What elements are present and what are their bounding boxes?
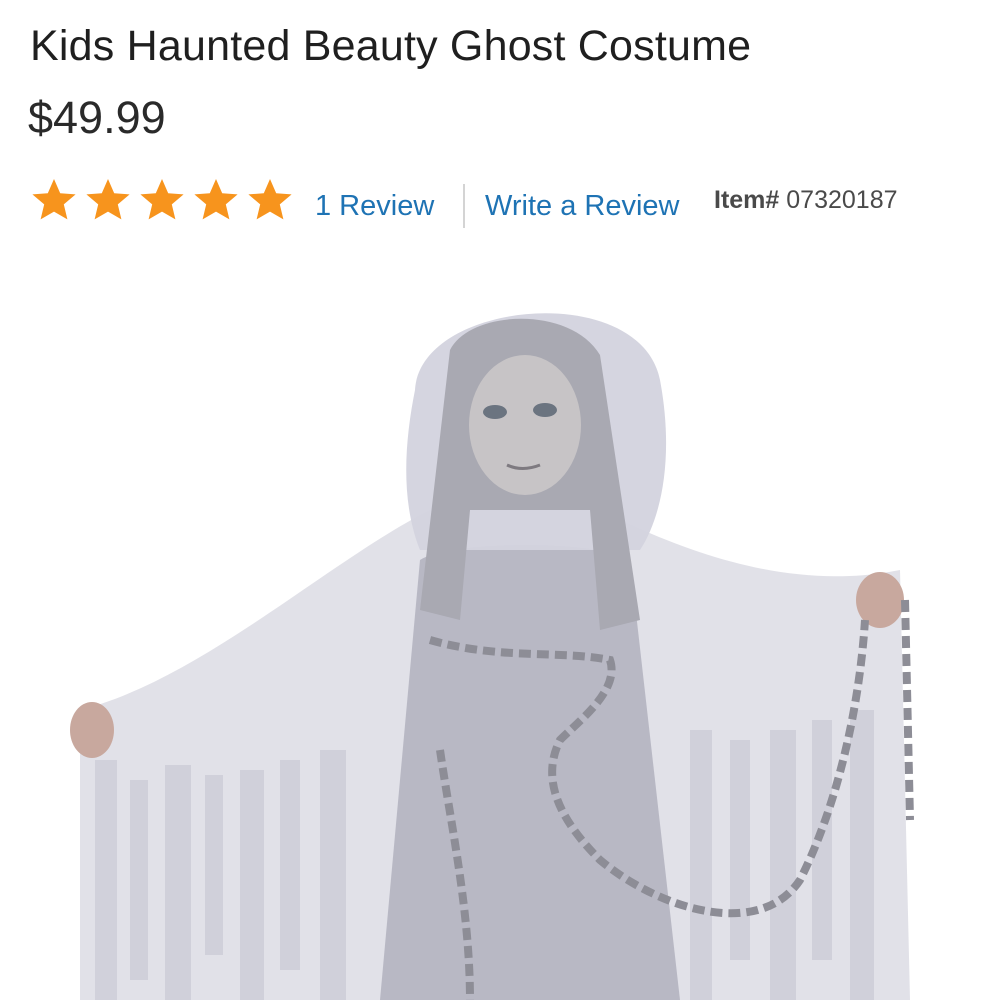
star-icon	[140, 179, 184, 220]
star-icon	[86, 179, 130, 220]
item-number: Item# 07320187	[714, 186, 898, 215]
chain-hanging	[901, 599, 914, 821]
star-icon	[194, 179, 238, 220]
rating-divider	[463, 184, 465, 228]
left-eye	[483, 405, 507, 419]
star-icon	[32, 179, 76, 220]
star-icon	[248, 179, 292, 220]
rating-row: 1 Review Write a Review Item# 07320187	[30, 176, 970, 232]
item-number-value: 07320187	[786, 186, 898, 214]
left-hand	[70, 702, 114, 758]
right-hand	[856, 572, 904, 628]
product-image[interactable]	[0, 260, 1000, 1000]
product-price: $49.99	[28, 92, 166, 143]
review-count-link[interactable]: 1 Review	[315, 190, 434, 223]
face	[469, 355, 581, 495]
star-rating[interactable]	[30, 176, 294, 224]
write-review-link[interactable]: Write a Review	[485, 190, 679, 223]
right-eye	[533, 403, 557, 417]
product-title: Kids Haunted Beauty Ghost Costume	[30, 22, 752, 70]
item-number-label: Item#	[714, 186, 780, 214]
